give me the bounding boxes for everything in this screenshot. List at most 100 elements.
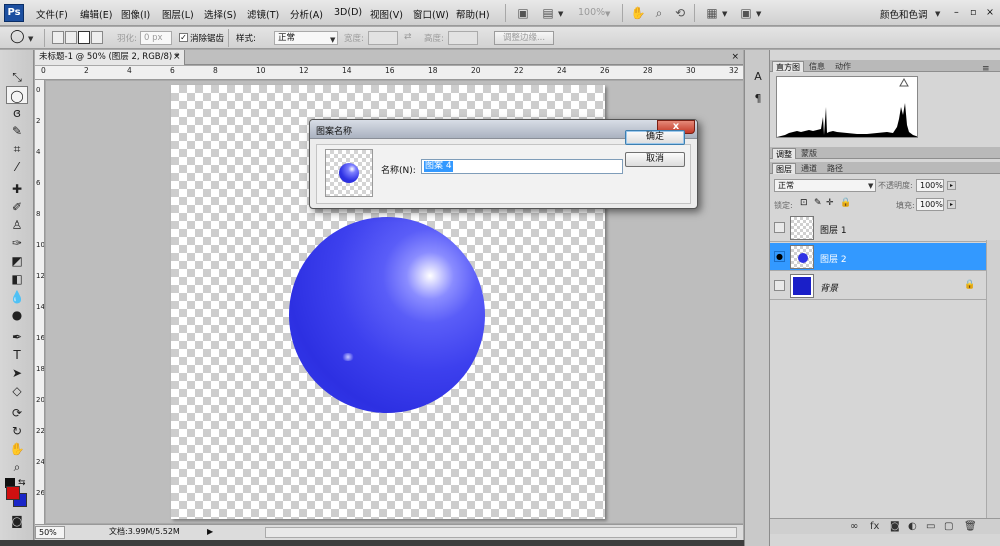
tab-histogram[interactable]: 直方图 <box>772 61 804 72</box>
add-mask-icon[interactable]: ◙ <box>890 521 900 532</box>
restore-button[interactable]: ▫ <box>970 7 976 18</box>
fill-input[interactable]: 100% <box>916 198 944 211</box>
eye-icon[interactable]: ● <box>774 251 785 262</box>
add-selection-button[interactable] <box>65 31 77 44</box>
view-extras-icon[interactable]: ▤ <box>540 5 556 21</box>
chevron-down-icon[interactable]: ▼ <box>935 10 940 18</box>
chevron-down-icon[interactable]: ▼ <box>28 35 33 43</box>
layer-row[interactable]: 背景 🔒 <box>770 272 986 300</box>
lock-position-icon[interactable]: ✛ <box>826 198 834 208</box>
ellipse-marquee-tool-icon[interactable]: ◯ <box>6 86 28 104</box>
chevron-down-icon[interactable]: ▼ <box>330 36 335 44</box>
menu-help[interactable]: 帮助(H) <box>456 7 490 21</box>
menu-file[interactable]: 文件(F) <box>36 7 68 21</box>
eraser-tool-icon[interactable]: ◩ <box>6 252 28 270</box>
width-input[interactable] <box>368 31 398 45</box>
chevron-down-icon[interactable]: ▼ <box>722 10 727 18</box>
move-tool-icon[interactable]: ⤡ <box>6 68 28 86</box>
path-selection-tool-icon[interactable]: ➤ <box>6 364 28 382</box>
feather-input[interactable]: 0 px <box>140 31 172 45</box>
pattern-name-input[interactable]: 图案 4 <box>421 159 623 174</box>
opacity-slider-arrow-icon[interactable]: ▸ <box>947 181 956 190</box>
crop-tool-icon[interactable]: ⌗ <box>6 140 28 158</box>
lasso-tool-icon[interactable]: ɞ <box>6 104 28 122</box>
hand-icon[interactable]: ✋ <box>630 5 646 21</box>
tab-channels[interactable]: 通道 <box>798 163 820 174</box>
cancel-button[interactable]: 取消 <box>625 152 685 167</box>
menu-edit[interactable]: 编辑(E) <box>80 7 112 21</box>
subtract-selection-button[interactable] <box>78 31 90 44</box>
brush-tool-icon[interactable]: ✐ <box>6 198 28 216</box>
new-layer-icon[interactable]: ▢ <box>944 521 953 532</box>
zoom-icon[interactable]: ⌕ <box>651 5 667 21</box>
healing-brush-tool-icon[interactable]: ✚ <box>6 180 28 198</box>
intersect-selection-button[interactable] <box>91 31 103 44</box>
menu-layer[interactable]: 图层(L) <box>162 7 194 21</box>
character-panel-icon[interactable]: A <box>751 70 765 86</box>
chevron-down-icon[interactable]: ▼ <box>868 182 873 190</box>
lock-transparency-icon[interactable]: ⊡ <box>800 198 808 208</box>
minimize-button[interactable]: – <box>954 7 959 18</box>
tab-layers[interactable]: 图层 <box>772 163 796 174</box>
close-tab-icon[interactable]: × <box>173 50 181 65</box>
menu-filter[interactable]: 滤镜(T) <box>247 7 279 21</box>
visibility-toggle[interactable] <box>774 222 785 233</box>
eyedropper-tool-icon[interactable]: ⁄ <box>6 158 28 176</box>
opacity-input[interactable]: 100% <box>916 179 944 192</box>
lock-pixels-icon[interactable]: ✎ <box>814 198 822 208</box>
horizontal-scrollbar[interactable] <box>265 527 737 538</box>
layer-style-icon[interactable]: fx <box>870 521 879 532</box>
foreground-color-swatch[interactable] <box>6 486 20 500</box>
tab-info[interactable]: 信息 <box>806 61 828 72</box>
zoom-field[interactable]: 50% <box>35 526 65 539</box>
tab-actions[interactable]: 动作 <box>832 61 854 72</box>
close-app-button[interactable]: × <box>986 7 994 18</box>
document-size-info[interactable]: 文档:3.99M/5.52M <box>71 526 219 539</box>
ok-button[interactable]: 确定 <box>625 130 685 145</box>
layers-scrollbar[interactable] <box>986 240 1000 530</box>
adjustment-layer-icon[interactable]: ◐ <box>908 521 917 532</box>
menu-analysis[interactable]: 分析(A) <box>290 7 323 21</box>
new-group-icon[interactable]: ▭ <box>926 521 935 532</box>
document-tab[interactable]: 未标题-1 @ 50% (图层 2, RGB/8) * <box>35 50 185 65</box>
menu-3d[interactable]: 3D(D) <box>334 7 362 18</box>
paragraph-panel-icon[interactable]: ¶ <box>751 92 765 108</box>
3d-rotate-tool-icon[interactable]: ⟳ <box>6 404 28 422</box>
link-layers-icon[interactable]: ∞ <box>850 521 858 532</box>
antialias-checkbox[interactable]: ✓ <box>179 33 188 42</box>
zoom-level[interactable]: 100% <box>578 7 605 18</box>
lock-all-icon[interactable]: 🔒 <box>840 198 851 208</box>
arrange-documents-icon[interactable]: ▦ <box>704 5 720 21</box>
ellipse-marquee-icon[interactable]: ◯ <box>10 30 25 44</box>
gradient-tool-icon[interactable]: ◧ <box>6 270 28 288</box>
pen-tool-icon[interactable]: ✒ <box>6 328 28 346</box>
screen-mode-icon[interactable]: ▣ <box>738 5 754 21</box>
workspace-switcher[interactable]: 颜色和色调 <box>880 7 928 21</box>
tab-paths[interactable]: 路径 <box>824 163 846 174</box>
clone-stamp-tool-icon[interactable]: ♙ <box>6 216 28 234</box>
chevron-down-icon[interactable]: ▼ <box>605 10 610 18</box>
dodge-tool-icon[interactable]: ● <box>6 306 28 324</box>
trash-icon[interactable]: 🗑 <box>964 521 977 532</box>
fill-slider-arrow-icon[interactable]: ▸ <box>947 200 956 209</box>
zoom-tool-icon[interactable]: ⌕ <box>6 458 28 476</box>
layer-row[interactable]: ● 图层 2 <box>770 243 986 271</box>
visibility-toggle[interactable] <box>774 280 785 291</box>
quick-selection-tool-icon[interactable]: ✎ <box>6 122 28 140</box>
menu-view[interactable]: 视图(V) <box>370 7 403 21</box>
new-selection-button[interactable] <box>52 31 64 44</box>
bridge-icon[interactable]: ▣ <box>515 5 531 21</box>
chevron-down-icon[interactable]: ▼ <box>756 10 761 18</box>
menu-select[interactable]: 选择(S) <box>204 7 236 21</box>
history-brush-tool-icon[interactable]: ✑ <box>6 234 28 252</box>
menu-window[interactable]: 窗口(W) <box>413 7 449 21</box>
tab-adjustments[interactable]: 调整 <box>772 148 796 159</box>
height-input[interactable] <box>448 31 478 45</box>
panel-menu-icon[interactable]: ≡ <box>982 64 990 74</box>
chevron-down-icon[interactable]: ▼ <box>558 10 563 18</box>
refine-edge-button[interactable]: 调整边缘... <box>494 31 554 45</box>
blend-mode-select[interactable]: 正常 <box>774 179 876 192</box>
hand-tool-icon[interactable]: ✋ <box>6 440 28 458</box>
quick-mask-icon[interactable]: ◙ <box>6 512 28 530</box>
swap-dimensions-icon[interactable]: ⇄ <box>404 32 412 42</box>
